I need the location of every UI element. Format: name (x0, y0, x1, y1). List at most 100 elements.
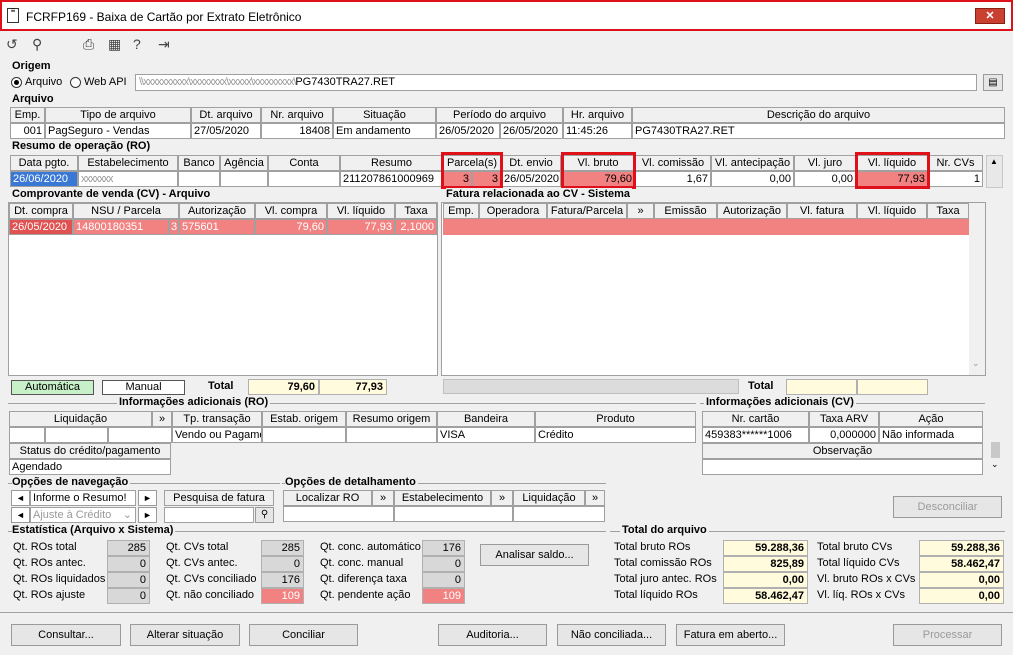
arquivo-hr[interactable]: 11:45:26 (563, 123, 632, 139)
conciliar-button[interactable]: Conciliar (249, 624, 358, 646)
nav-next2-button[interactable]: ► (138, 507, 157, 523)
col-liquidacao[interactable]: Liquidação (9, 411, 152, 427)
nav-next-button[interactable]: ► (138, 490, 157, 506)
col-estabelecimento[interactable]: Estabelecimento (78, 155, 178, 171)
resumo-data-pgto[interactable]: 26/06/2020 (10, 171, 78, 187)
radio-webapi[interactable] (70, 77, 81, 88)
scroll-thumb[interactable] (991, 442, 1000, 458)
cv-parcela[interactable]: 3 (169, 219, 179, 235)
nav-prev-button[interactable]: ◄ (11, 490, 30, 506)
col-taxa[interactable]: Taxa (395, 203, 437, 219)
scroll-up-icon[interactable]: ▲ (990, 157, 998, 166)
pesquisa-fatura-input[interactable] (164, 507, 254, 523)
col-det-liquidacao[interactable]: Liquidação (513, 490, 585, 506)
resumo-agencia[interactable] (220, 171, 268, 187)
det-liquidacao-value[interactable] (513, 506, 605, 522)
col-nr-arquivo[interactable]: Nr. arquivo (261, 107, 333, 123)
cv-dt-compra[interactable]: 26/05/2020 (9, 219, 73, 235)
col-emp[interactable]: Emp. (10, 107, 45, 123)
resumo-vl-juro[interactable]: 0,00 (794, 171, 856, 187)
col-resumo[interactable]: Resumo (340, 155, 443, 171)
nav-prev2-button[interactable]: ◄ (11, 507, 30, 523)
arquivo-periodo-fim[interactable]: 26/05/2020 (500, 123, 563, 139)
col-vl-comissao[interactable]: Vl. comissão (635, 155, 711, 171)
resumo-conta[interactable] (268, 171, 340, 187)
col-situacao[interactable]: Situação (333, 107, 436, 123)
nav-combo-resumo[interactable]: Informe o Resumo! (30, 490, 136, 506)
info-vscrollbar[interactable]: ⌄ (988, 404, 1004, 476)
resumo-dt-envio[interactable]: 26/05/2020 (501, 171, 561, 187)
col-fat-autorizacao[interactable]: Autorização (717, 203, 787, 219)
col-dt-envio[interactable]: Dt. envio (501, 155, 561, 171)
ro-produto[interactable]: Crédito (535, 427, 696, 443)
processar-button[interactable]: Processar (893, 624, 1002, 646)
arquivo-dt[interactable]: 27/05/2020 (191, 123, 261, 139)
fatura-hscrollbar[interactable] (443, 379, 739, 394)
ro-estab-origem[interactable] (262, 427, 346, 443)
col-tp-transacao[interactable]: Tp. transação (172, 411, 262, 427)
col-taxa-arv[interactable]: Taxa ARV (809, 411, 879, 427)
col-data-pgto[interactable]: Data pgto. (10, 155, 78, 171)
col-tipo-arquivo[interactable]: Tipo de arquivo (45, 107, 191, 123)
close-button[interactable]: ✕ (975, 8, 1005, 24)
scroll-down-icon[interactable]: ⌄ (972, 358, 980, 369)
resumo-resumo[interactable]: 211207861000969 (340, 171, 443, 187)
pesquisa-fatura-search-icon[interactable]: ⚲ (255, 507, 274, 523)
cv-taxa[interactable]: 2,1000 (395, 219, 437, 235)
resumo-banco[interactable] (178, 171, 220, 187)
nav-combo-ajuste[interactable]: Ajuste à Crédito ⌄ (30, 507, 136, 523)
browse-file-icon[interactable]: ▤ (983, 74, 1003, 91)
cv-nr-cartao[interactable]: 459383******1006 (702, 427, 809, 443)
ro-liquidacao-1[interactable] (9, 427, 45, 443)
col-agencia[interactable]: Agência (220, 155, 268, 171)
status-credito-value[interactable]: Agendado (9, 459, 171, 475)
col-produto[interactable]: Produto (535, 411, 696, 427)
col-acao[interactable]: Ação (879, 411, 983, 427)
resumo-vl-antecipacao[interactable]: 0,00 (711, 171, 794, 187)
scroll-down-arrow-icon[interactable]: ⌄ (991, 459, 999, 470)
col-vl-compra[interactable]: Vl. compra (255, 203, 327, 219)
col-vl-antecipacao[interactable]: Vl. antecipação (711, 155, 794, 171)
col-nr-cartao[interactable]: Nr. cartão (702, 411, 809, 427)
col-hr-arquivo[interactable]: Hr. arquivo (563, 107, 632, 123)
file-path-input[interactable]: \\xxxxxxxxxx\xxxxxxxx\xxxxx\xxxxxxxxx\PG… (135, 74, 977, 91)
nao-conciliada-button[interactable]: Não conciliada... (557, 624, 666, 646)
col-localizar-ro-expand[interactable]: » (372, 490, 394, 506)
col-fatura-parcela[interactable]: Fatura/Parcela (547, 203, 627, 219)
ro-liquidacao-2[interactable] (45, 427, 108, 443)
ro-resumo-origem[interactable] (346, 427, 437, 443)
arquivo-nr[interactable]: 18408 (261, 123, 333, 139)
cv-vl-compra[interactable]: 79,60 (255, 219, 327, 235)
fatura-vscrollbar[interactable]: ⌄ (969, 203, 985, 375)
consultar-button[interactable]: Consultar... (11, 624, 121, 646)
help-icon[interactable]: ? (133, 36, 141, 52)
col-ro-expand[interactable]: » (152, 411, 172, 427)
det-estab-value[interactable] (394, 506, 513, 522)
cv-vl-liquido[interactable]: 77,93 (327, 219, 395, 235)
cv-taxa-arv[interactable]: 0,000000 (809, 427, 879, 443)
col-vl-fatura[interactable]: Vl. fatura (787, 203, 857, 219)
search-icon[interactable]: ⚲ (32, 36, 42, 52)
cv-autorizacao[interactable]: 575601 (179, 219, 255, 235)
col-periodo[interactable]: Período do arquivo (436, 107, 563, 123)
exit-icon[interactable]: ⇥ (158, 36, 170, 52)
resumo-scrollbar[interactable]: ▲ (986, 155, 1003, 188)
col-det-liq-expand[interactable]: » (585, 490, 605, 506)
col-det-estabelecimento[interactable]: Estabelecimento (394, 490, 491, 506)
arquivo-situacao[interactable]: Em andamento (333, 123, 436, 139)
ro-bandeira[interactable]: VISA (437, 427, 535, 443)
col-resumo-origem[interactable]: Resumo origem (346, 411, 437, 427)
arquivo-periodo-ini[interactable]: 26/05/2020 (436, 123, 500, 139)
col-fat-vl-liquido[interactable]: Vl. líquido (857, 203, 927, 219)
ro-liquidacao-3[interactable] (108, 427, 172, 443)
radio-arquivo[interactable] (11, 77, 22, 88)
alterar-situacao-button[interactable]: Alterar situação (130, 624, 240, 646)
print-icon[interactable]: ⎙ (83, 36, 94, 52)
col-det-estab-expand[interactable]: » (491, 490, 513, 506)
auditoria-button[interactable]: Auditoria... (438, 624, 547, 646)
col-fat-taxa[interactable]: Taxa (927, 203, 969, 219)
col-localizar-ro[interactable]: Localizar RO (283, 490, 372, 506)
fatura-row[interactable] (443, 219, 969, 235)
resumo-estab[interactable]: xxxxxxx (78, 171, 178, 187)
col-estab-origem[interactable]: Estab. origem (262, 411, 346, 427)
